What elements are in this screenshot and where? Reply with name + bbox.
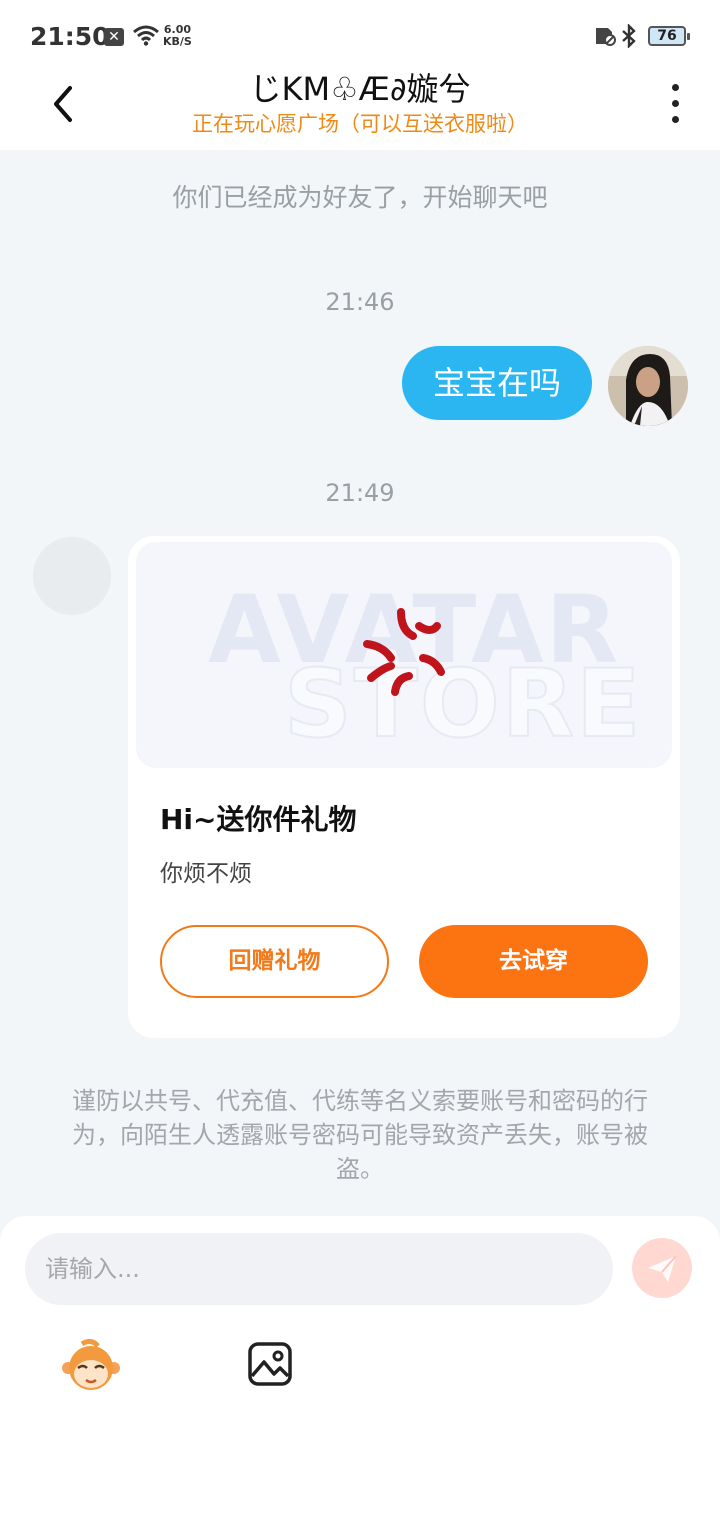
gift-card[interactable]: AVATAR STORE Hi~送你件礼物 你烦不烦 回赠礼物 去试穿 xyxy=(128,536,680,1038)
input-panel: 请输入... xyxy=(0,1216,720,1520)
my-avatar[interactable] xyxy=(608,346,688,426)
more-vertical-icon[interactable] xyxy=(660,82,692,126)
net-speed-unit: KB/S xyxy=(163,35,192,48)
watermark-store: STORE xyxy=(283,649,643,760)
chat-header: じKM♧Æ∂嫙兮 正在玩心愿广场（可以互送衣服啦） xyxy=(0,60,720,150)
contact-name: じKM♧Æ∂嫙兮 xyxy=(249,70,471,108)
message-timestamp: 21:49 xyxy=(325,479,395,507)
emoji-monkey-icon[interactable] xyxy=(60,1336,122,1398)
outgoing-message-bubble[interactable]: 宝宝在吗 xyxy=(402,346,592,420)
gift-image: AVATAR STORE xyxy=(136,542,672,768)
chat-screen: 21:50 ✕ 6.00 KB/S 76 じKM♧Æ∂嫙兮 正在玩心愿广场（可以… xyxy=(0,0,720,1520)
status-time: 21:50 xyxy=(30,22,110,51)
send-button[interactable] xyxy=(632,1238,692,1298)
bluetooth-icon xyxy=(622,24,636,48)
wifi-icon xyxy=(133,25,159,46)
notification-x-icon: ✕ xyxy=(104,28,124,46)
message-timestamp: 21:46 xyxy=(325,288,395,316)
net-speed: 6.00 KB/S xyxy=(163,24,192,48)
friend-notice: 你们已经成为好友了，开始聊天吧 xyxy=(172,183,548,212)
anger-symbol-icon xyxy=(363,608,445,696)
image-icon[interactable] xyxy=(246,1340,294,1388)
no-sim-icon xyxy=(596,28,616,46)
back-arrow-icon[interactable] xyxy=(40,78,90,128)
message-input[interactable]: 请输入... xyxy=(25,1233,613,1305)
contact-avatar[interactable] xyxy=(33,537,111,615)
gift-card-title: Hi~送你件礼物 xyxy=(160,803,357,836)
send-icon xyxy=(648,1255,677,1282)
gift-card-message: 你烦不烦 xyxy=(160,861,252,887)
contact-activity-status: 正在玩心愿广场（可以互送衣服啦） xyxy=(192,112,528,136)
battery-indicator: 76 xyxy=(648,26,690,46)
security-warning: 谨防以共号、代充值、代练等名义索要账号和密码的行为，向陌生人透露账号密码可能导致… xyxy=(72,1087,648,1183)
try-on-button[interactable]: 去试穿 xyxy=(419,925,648,998)
return-gift-button[interactable]: 回赠礼物 xyxy=(160,925,389,998)
